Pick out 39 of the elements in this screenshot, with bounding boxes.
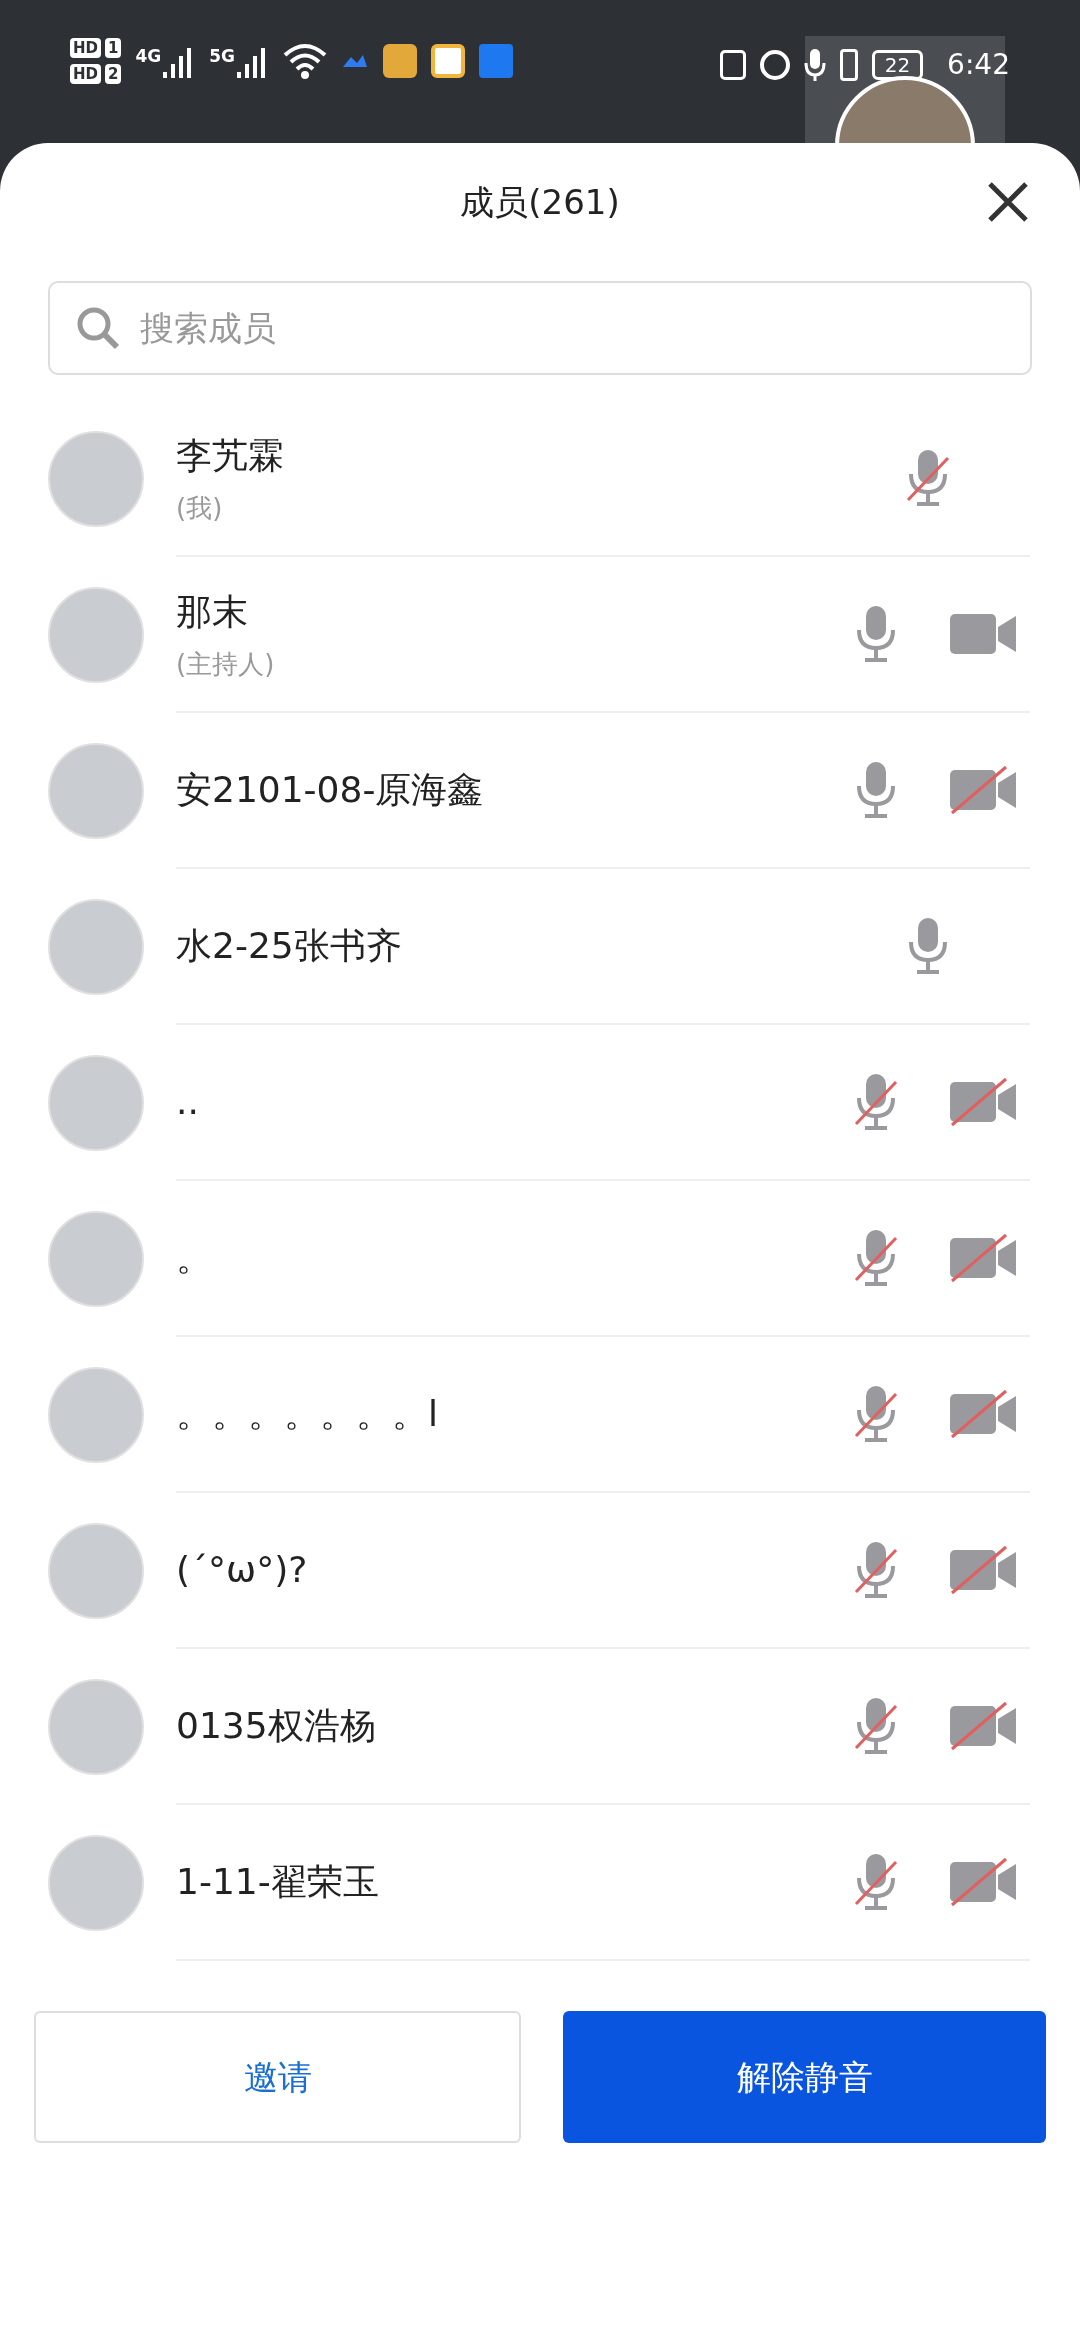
member-row[interactable]: 安2101-08-原海鑫	[0, 713, 1080, 869]
network-type-label: 5G	[209, 45, 236, 68]
member-name: (´°ω°)?	[176, 1548, 309, 1592]
sim-slot-label: 1	[105, 38, 122, 58]
member-row[interactable]: 0135权浩杨	[0, 1649, 1080, 1805]
member-row[interactable]: 。	[0, 1181, 1080, 1337]
app-icon	[431, 44, 466, 78]
member-name: 安2101-08-原海鑫	[176, 768, 485, 812]
app-icon	[383, 44, 418, 78]
hd-label: HD	[70, 38, 101, 58]
sheet-title: 成员(261)	[460, 180, 620, 224]
member-row[interactable]: (´°ω°)?	[0, 1493, 1080, 1649]
member-name: 。。。。。。。l	[176, 1392, 439, 1436]
wifi-icon	[283, 43, 328, 79]
member-row[interactable]: 那末 (主持人)	[0, 557, 1080, 713]
member-name: 那末	[176, 589, 249, 634]
clock-time: 6:42	[947, 47, 1010, 83]
member-name: 水2-25张书齐	[176, 924, 403, 968]
member-name: 0135权浩杨	[176, 1704, 377, 1748]
search-field[interactable]: 搜索成员	[48, 281, 1032, 375]
invite-button[interactable]: 邀请	[34, 2011, 521, 2143]
microphone-icon	[803, 48, 826, 82]
member-name: 。	[176, 1236, 213, 1280]
hd-label: HD	[70, 64, 101, 84]
member-row[interactable]: 水2-25张书齐	[0, 869, 1080, 1025]
member-row[interactable]: 1-11-翟荣玉	[0, 1805, 1080, 1961]
network-type-label: 4G	[135, 45, 162, 68]
member-name: 1-11-翟荣玉	[176, 1860, 380, 1904]
unmute-button[interactable]: 解除静音	[563, 2011, 1046, 2143]
search-icon	[76, 306, 120, 350]
member-role: (主持人)	[176, 647, 276, 681]
member-row[interactable]: 。。。。。。。l	[0, 1337, 1080, 1493]
member-row[interactable]: 李艽霖 (我)	[0, 401, 1080, 557]
member-name: 李艽霖	[176, 433, 285, 478]
member-role: (我)	[176, 491, 224, 525]
sim-slot-label: 2	[105, 64, 122, 84]
member-row[interactable]: ..	[0, 1025, 1080, 1181]
member-name: ..	[176, 1080, 200, 1124]
app-icon	[479, 44, 514, 78]
